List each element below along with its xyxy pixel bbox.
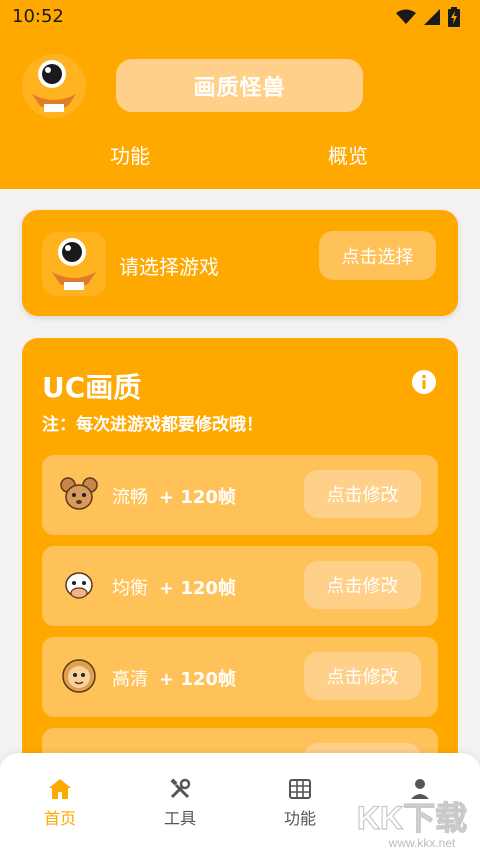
wifi-icon <box>396 9 416 24</box>
select-game-button[interactable]: 点击选择 <box>319 231 436 280</box>
nav-item-home[interactable]: 首页 <box>0 753 120 853</box>
nav-label: 工具 <box>163 809 196 828</box>
modify-button[interactable]: 点击修改 <box>304 470 421 518</box>
game-icon <box>42 232 106 296</box>
status-time: 10:52 <box>12 6 64 27</box>
modify-button[interactable]: 点击修改 <box>304 652 421 700</box>
quality-label: 流畅 <box>112 487 148 508</box>
header: 画质怪兽 功能 概览 <box>0 32 480 189</box>
mascot-icon <box>22 54 86 118</box>
battery-charging-icon <box>448 7 460 27</box>
quality-card: UC画质 注：每次进游戏都要修改哦！ 流畅 + 120帧 点击修改 均衡 + 1… <box>22 338 458 798</box>
nav-label: 首页 <box>43 809 76 828</box>
mouse-icon <box>60 477 98 510</box>
quality-fps: + 120帧 <box>159 487 236 508</box>
nav-item-function[interactable]: 功能 <box>240 753 360 853</box>
quality-fps: + 120帧 <box>159 669 236 690</box>
svg-text:www.kkx.net: www.kkx.net <box>388 836 456 850</box>
watermark-logo: KK下载 www.kkx.net <box>356 799 467 850</box>
nav-item-tools[interactable]: 工具 <box>120 753 240 853</box>
tiger-icon <box>62 659 96 693</box>
status-bar: 10:52 <box>0 0 480 32</box>
signal-icon <box>424 9 440 25</box>
cow-icon <box>65 572 93 599</box>
tab-function[interactable]: 功能 <box>110 140 150 169</box>
info-icon[interactable] <box>412 370 436 394</box>
tools-icon <box>170 778 191 799</box>
quality-row: 高清 + 120帧 点击修改 <box>42 637 438 717</box>
status-icons <box>396 7 460 27</box>
quality-label: 高清 <box>112 669 148 690</box>
select-game-prompt: 请选择游戏 <box>119 255 219 279</box>
quality-note: 注：每次进游戏都要修改哦！ <box>42 415 263 435</box>
quality-title: UC画质 <box>42 371 142 404</box>
grid-icon <box>289 779 311 799</box>
svg-text:KK下载: KK下载 <box>357 800 467 836</box>
home-icon <box>49 779 71 799</box>
app-title: 画质怪兽 <box>116 59 363 112</box>
app-avatar[interactable] <box>22 54 86 118</box>
quality-row: 流畅 + 120帧 点击修改 <box>42 455 438 535</box>
mascot-icon <box>42 232 106 296</box>
nav-label: 功能 <box>283 809 316 828</box>
quality-fps: + 120帧 <box>159 578 236 599</box>
select-game-card: 请选择游戏 点击选择 <box>22 210 458 316</box>
quality-row: 均衡 + 120帧 点击修改 <box>42 546 438 626</box>
quality-label: 均衡 <box>112 578 148 599</box>
modify-button[interactable]: 点击修改 <box>304 561 421 609</box>
tab-overview[interactable]: 概览 <box>328 140 368 169</box>
